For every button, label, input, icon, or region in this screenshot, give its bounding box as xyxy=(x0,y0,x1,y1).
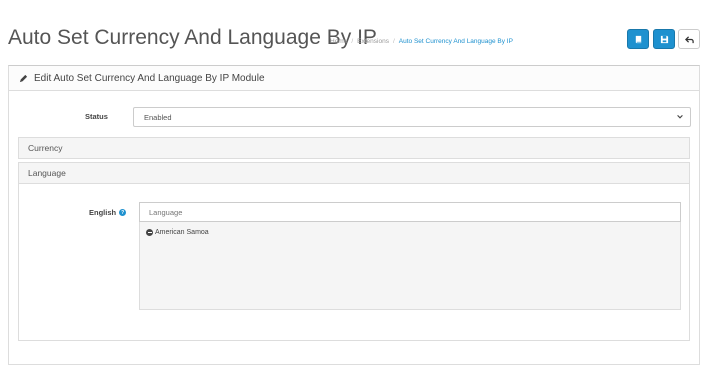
status-select-value: Enabled xyxy=(144,112,172,122)
pencil-icon xyxy=(19,74,28,82)
language-section-label: Language xyxy=(28,168,66,178)
breadcrumb-separator: / xyxy=(351,38,354,45)
back-icon xyxy=(684,35,694,43)
breadcrumb-extensions[interactable]: Extensions xyxy=(357,38,389,45)
selected-language-label: American Samoa xyxy=(155,229,209,236)
save-button[interactable] xyxy=(653,29,675,49)
save-icon xyxy=(660,35,668,43)
book-icon xyxy=(635,35,641,43)
currency-section-header[interactable]: Currency xyxy=(18,137,690,159)
english-label: English ? xyxy=(89,208,127,217)
chevron-down-icon xyxy=(677,115,683,119)
remove-circle-icon[interactable] xyxy=(146,229,153,236)
status-label: Status xyxy=(85,112,108,121)
english-label-text: English xyxy=(89,208,117,217)
panel-heading: Edit Auto Set Currency And Language By I… xyxy=(9,66,699,91)
breadcrumb-home[interactable]: Home xyxy=(330,38,347,45)
selected-languages-well xyxy=(139,222,681,310)
selected-language-item: American Samoa xyxy=(146,229,209,236)
back-button[interactable] xyxy=(678,29,700,49)
page-title: Auto Set Currency And Language By IP xyxy=(8,26,377,49)
currency-section-label: Currency xyxy=(28,143,63,153)
panel-heading-text: Edit Auto Set Currency And Language By I… xyxy=(34,72,265,84)
breadcrumb-current[interactable]: Auto Set Currency And Language By IP xyxy=(399,38,513,45)
status-select[interactable]: Enabled xyxy=(133,107,691,127)
help-icon[interactable]: ? xyxy=(119,209,127,216)
breadcrumb-separator: / xyxy=(392,38,395,45)
language-section-header[interactable]: Language xyxy=(18,162,690,184)
book-button[interactable] xyxy=(627,29,649,49)
language-input[interactable] xyxy=(139,202,681,222)
breadcrumb: Home / Extensions / Auto Set Currency And La… xyxy=(330,38,513,45)
